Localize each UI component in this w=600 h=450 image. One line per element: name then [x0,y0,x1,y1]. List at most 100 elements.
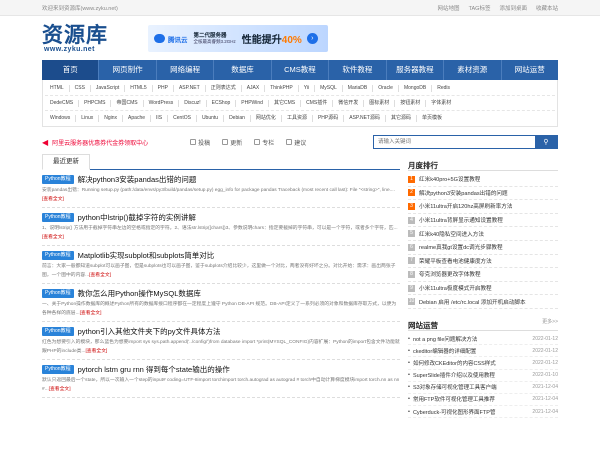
op-title-link[interactable]: not a png file问题解决方法 [413,335,528,343]
list-item[interactable]: • 常用FTP软件可视化管理工具推荐 2021-12-04 [408,394,558,407]
nav-resources[interactable]: 素材资源 [444,60,502,80]
rank-item[interactable]: 6 realme真我gt设置dc调光步骤教程 [408,241,558,255]
tag-link[interactable]: 帝国CMS [111,99,144,107]
list-item[interactable]: • 如何修改CKEditor的内容CSS样式 2022-01-12 [408,357,558,370]
tag-link[interactable]: MariaDB [343,84,374,92]
top-link-tags[interactable]: TAG标签 [469,4,491,12]
article-title[interactable]: 解决python3安装pandas出错的问题 [78,174,197,185]
op-title-link[interactable]: ckeditor编辑器的详细配置 [413,347,528,355]
tag-link[interactable]: 网站优化 [251,115,282,122]
article-title[interactable]: pytorch lstm gru rnn 得到每个state输出的操作 [78,364,230,375]
category-badge[interactable]: Python教程 [42,251,74,260]
tag-link[interactable]: PHPWind [236,99,269,107]
tag-link[interactable]: HTML5 [125,84,153,92]
rank-item[interactable]: 5 红米k40隐私空间进入方法 [408,227,558,241]
tag-link[interactable]: Oracle [373,84,399,92]
category-badge[interactable]: Python教程 [42,327,74,336]
rank-item[interactable]: 7 荣耀平板查看电池健康度方法 [408,255,558,269]
list-item[interactable]: • ckeditor编辑器的详细配置 2022-01-12 [408,345,558,358]
rank-title-link[interactable]: 解决python3安装pandas出错的问题 [419,189,508,197]
tag-link[interactable]: HTML [45,84,70,92]
tag-link[interactable]: ASP.NET [174,84,206,92]
tag-link[interactable]: Discuz! [179,99,207,107]
read-more-link[interactable]: [查看全文] [49,387,71,392]
tag-link[interactable]: 工具资源 [282,115,313,122]
nav-operation[interactable]: 网站运营 [502,60,558,80]
nav-home[interactable]: 首页 [42,60,100,80]
tab-latest[interactable]: 最近更新 [42,154,90,170]
tag-link[interactable]: 其它源码 [386,115,417,122]
tag-link[interactable]: AJAX [242,84,266,92]
tag-link[interactable]: WordPress [144,99,180,107]
top-link-sitemap[interactable]: 网站地图 [438,4,460,12]
rank-item[interactable]: 1 红米k40pro+5G设置教程 [408,173,558,187]
rank-item[interactable]: 8 夸克浏览器更改字体教程 [408,268,558,282]
read-more-link[interactable]: [查看全文] [85,349,107,354]
rank-title-link[interactable]: 夸克浏览器更改字体教程 [419,270,481,278]
column-button[interactable]: 专栏 [254,138,274,147]
site-logo[interactable]: 资源库 www.zyku.net [42,20,120,56]
nav-server[interactable]: 服务器教程 [387,60,445,80]
list-item[interactable]: • not a png file问题解决方法 2022-01-12 [408,333,558,346]
rank-item[interactable]: 2 解决python3安装pandas出错的问题 [408,187,558,201]
tag-link[interactable]: 微信开发 [333,99,365,107]
notice-link[interactable]: 阿里云服务器优惠券代金券领取中心 [52,138,148,147]
rank-title-link[interactable]: 小米11ultra开启120hz高屏刷新率方法 [419,202,512,210]
tag-link[interactable]: JavaScript [91,84,126,92]
tag-link[interactable]: Debian [224,115,251,122]
list-item[interactable]: • Cyberduck-可视化图形界面FTP管 2021-12-04 [408,406,558,419]
tag-link[interactable]: 其它CMS [269,99,302,107]
submit-button[interactable]: 投稿 [190,138,210,147]
read-more-link[interactable]: [查看全文] [89,273,111,278]
article-title[interactable]: python引入其他文件夹下的py文件具体方法 [78,326,221,337]
tag-link[interactable]: PHPCMS [79,99,112,107]
list-item[interactable]: • SuperSlide插件介绍以及使用教程 2022-01-10 [408,370,558,382]
rank-title-link[interactable]: 小米11ultra极度模式开启教程 [419,284,492,292]
rank-item[interactable]: 3 小米11ultra开启120hz高屏刷新率方法 [408,200,558,214]
search-button[interactable]: ⚲ [535,136,557,148]
article-title[interactable]: 教你怎么用Python操作MySQL数据库 [78,288,201,299]
more-link[interactable]: 更多>> [542,315,558,330]
rank-item[interactable]: 10 Debian 启用 /etc/rc.local 添加开机启动脚本 [408,295,558,309]
read-more-link[interactable]: [查看全文] [42,235,64,240]
tag-link[interactable]: Yii [299,84,316,92]
tag-link[interactable]: 正则表达式 [206,84,242,92]
nav-database[interactable]: 数据库 [214,60,272,80]
tag-link[interactable]: MySQL [315,84,343,92]
tag-link[interactable]: ECShop [207,99,237,107]
nav-software[interactable]: 软件教程 [329,60,387,80]
article-title[interactable]: python中lstrip()截掉字符的实例讲解 [78,212,196,223]
tag-link[interactable]: CentOS [168,115,197,122]
op-title-link[interactable]: Cyberduck-可视化图形界面FTP管 [413,408,528,416]
nav-programming[interactable]: 网络编程 [157,60,215,80]
tag-link[interactable]: PHP源码 [313,115,345,122]
tag-link[interactable]: 字体素材 [426,100,456,107]
nav-cms[interactable]: CMS教程 [272,60,330,80]
nav-web[interactable]: 网页制作 [99,60,157,80]
tag-link[interactable]: ASP.NET源码 [344,115,386,122]
rank-item[interactable]: 4 小米11ultra背屏显示通知设置教程 [408,214,558,228]
tag-link[interactable]: Nginx [99,115,124,122]
top-link-desktop[interactable]: 添加到桌面 [499,4,527,12]
tag-link[interactable]: Apache [123,115,152,122]
tag-link[interactable]: DedeCMS [45,99,80,107]
tag-link[interactable]: CMS插件 [301,99,334,107]
category-badge[interactable]: Python教程 [42,213,74,222]
op-title-link[interactable]: 如何修改CKEditor的内容CSS样式 [413,359,528,367]
rank-title-link[interactable]: 红米k40隐私空间进入方法 [419,230,484,238]
tag-link[interactable]: PHP [153,84,174,92]
rank-title-link[interactable]: realme真我gt设置dc调光步骤教程 [419,243,503,251]
suggest-button[interactable]: 建议 [286,138,306,147]
tag-link[interactable]: Redis [432,85,455,92]
tag-link[interactable]: MongoDB [399,84,433,92]
tag-link[interactable]: ThinkPHP [265,84,299,92]
tag-link[interactable]: IIS [151,115,169,122]
tag-link[interactable]: 图标素材 [364,99,396,107]
rank-title-link[interactable]: 红米k40pro+5G设置教程 [419,175,480,183]
article-title[interactable]: Matplotlib实现subplot和subplots简单对比 [78,250,215,261]
read-more-link[interactable]: [查看全文] [42,197,64,202]
category-badge[interactable]: Python教程 [42,365,74,374]
updates-button[interactable]: 更新 [222,138,242,147]
read-more-link[interactable]: [查看全文] [80,311,102,316]
ad-banner[interactable]: 腾讯云 第二代服务器 全核最高睿频3.2GHz 性能提升40% › [148,25,328,52]
